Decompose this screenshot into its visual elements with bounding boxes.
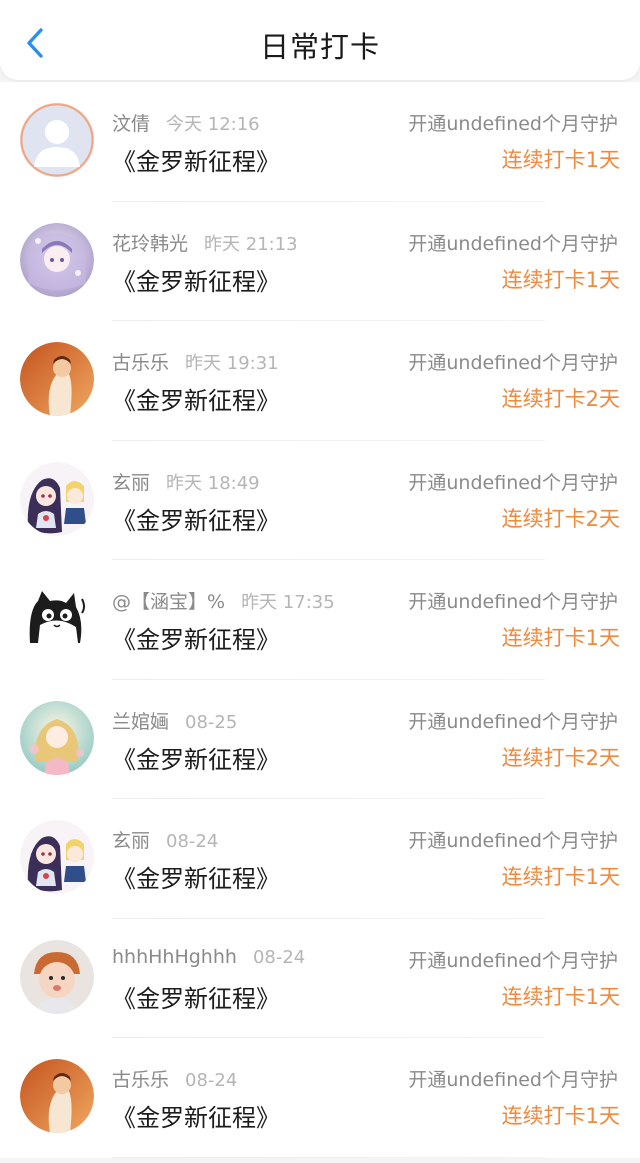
streak-count: 连续打卡1天 — [501, 984, 620, 1009]
checkin-time: 08-24 — [252, 946, 306, 968]
guard-status: 开通undefined个月守护 — [408, 1069, 618, 1091]
streak-count: 连续打卡1天 — [501, 148, 620, 172]
book-title: 《金罗新征程》 — [112, 267, 280, 296]
list-item[interactable]: 玄丽 08-24 《金罗新征程》 开通undefined个月守护 连续打卡1天 — [0, 799, 640, 919]
avatar[interactable] — [20, 1059, 94, 1133]
anime-girl-pastel-avatar — [20, 700, 94, 775]
user-name: hhhHhHghhh — [112, 945, 237, 968]
user-name-line: 汶倩 今天 12:16 — [112, 109, 260, 136]
avatar[interactable] — [20, 700, 94, 775]
anime-pair-avatar — [20, 461, 94, 536]
guard-status: 开通undefined个月守护 — [408, 232, 618, 255]
checkin-time: 08-24 — [166, 831, 219, 852]
checkin-time: 昨天 21:13 — [204, 233, 298, 255]
guard-status: 开通undefined个月守护 — [408, 113, 618, 135]
list-item[interactable]: 玄丽 昨天 18:49 《金罗新征程》 开通undefined个月守护 连续打卡2… — [0, 440, 640, 560]
book-title: 《金罗新征程》 — [112, 148, 280, 176]
streak-count: 连续打卡2天 — [501, 506, 620, 531]
list-item[interactable]: 古乐乐 昨天 19:31 《金罗新征程》 开通undefined个月守护 连续打卡… — [0, 321, 640, 441]
book-title: 《金罗新征程》 — [112, 865, 280, 893]
book-title: 《金罗新征程》 — [112, 387, 280, 415]
user-name: 古乐乐 — [112, 1069, 170, 1091]
streak-count: 连续打卡1天 — [501, 626, 620, 650]
book-title: 《金罗新征程》 — [112, 745, 280, 774]
guard-status: 开通undefined个月守护 — [408, 949, 618, 972]
user-name-line: 玄丽 08-24 — [112, 826, 218, 853]
book-title: 《金罗新征程》 — [112, 506, 280, 535]
streak-count: 连续打卡1天 — [501, 267, 620, 292]
checkin-time: 08-24 — [185, 1070, 238, 1091]
book-title: 《金罗新征程》 — [112, 1104, 280, 1132]
streak-count: 连续打卡2天 — [501, 745, 620, 770]
checkin-time: 今天 12:16 — [166, 114, 260, 135]
checkin-time: 08-25 — [185, 711, 238, 733]
photo-orange-avatar — [20, 342, 94, 416]
guard-status: 开通undefined个月守护 — [408, 710, 618, 733]
avatar[interactable] — [20, 820, 94, 894]
checkin-time: 昨天 19:31 — [185, 353, 279, 374]
user-name-line: hhhHhHghhh 08-24 — [112, 946, 305, 968]
book-title: 《金罗新征程》 — [112, 626, 280, 654]
default-avatar-icon — [20, 103, 94, 177]
avatar[interactable] — [20, 222, 94, 297]
baby-photo-avatar — [20, 939, 94, 1014]
guard-status: 开通undefined个月守护 — [408, 352, 618, 374]
avatar[interactable] — [20, 581, 94, 655]
user-name-line: 兰婠婳 08-25 — [112, 707, 237, 734]
cartoon-cat-avatar — [20, 581, 94, 655]
user-name: 古乐乐 — [112, 352, 170, 374]
user-name-line: @【涵宝】% 昨天 17:35 — [112, 587, 335, 614]
list-item[interactable]: 汶倩 今天 12:16 《金罗新征程》 开通undefined个月守护 连续打卡1… — [0, 82, 640, 202]
user-name-line: 玄丽 昨天 18:49 — [112, 468, 260, 495]
avatar[interactable] — [20, 939, 94, 1014]
app-screen: 日常打卡 汶倩 今天 12:16 《金罗新征程》 开通undefined个月守护 … — [0, 0, 640, 1163]
page-title: 日常打卡 — [259, 30, 380, 64]
checkin-list: 汶倩 今天 12:16 《金罗新征程》 开通undefined个月守护 连续打卡1… — [0, 82, 640, 1158]
photo-orange-avatar — [20, 1059, 94, 1133]
user-name-line: 花玲韩光 昨天 21:13 — [112, 229, 298, 256]
checkin-time: 昨天 17:35 — [241, 592, 335, 613]
list-item[interactable]: hhhHhHghhh 08-24 《金罗新征程》 开通undefined个月守护 … — [0, 918, 640, 1038]
list-item[interactable]: @【涵宝】% 昨天 17:35 《金罗新征程》 开通undefined个月守护 连… — [0, 560, 640, 680]
avatar[interactable] — [20, 342, 94, 416]
avatar[interactable] — [20, 461, 94, 536]
checkin-time: 昨天 18:49 — [166, 472, 260, 494]
user-name: 玄丽 — [112, 471, 151, 494]
guard-status: 开通undefined个月守护 — [408, 471, 618, 494]
list-item[interactable]: 花玲韩光 昨天 21:13 《金罗新征程》 开通undefined个月守护 连续打… — [0, 201, 640, 321]
list-item[interactable]: 兰婠婳 08-25 《金罗新征程》 开通undefined个月守护 连续打卡2天 — [0, 679, 640, 799]
book-title: 《金罗新征程》 — [112, 984, 280, 1013]
user-name-line: 古乐乐 08-24 — [112, 1065, 237, 1092]
guard-status: 开通undefined个月守护 — [408, 591, 618, 613]
list-item[interactable]: 古乐乐 08-24 《金罗新征程》 开通undefined个月守护 连续打卡1天 — [0, 1038, 640, 1158]
streak-count: 连续打卡2天 — [501, 387, 620, 411]
streak-count: 连续打卡1天 — [501, 865, 620, 889]
streak-count: 连续打卡1天 — [501, 1104, 620, 1128]
top-bar: 日常打卡 — [0, 0, 640, 80]
user-name: 兰婠婳 — [112, 710, 170, 733]
anime-girl-purple-avatar — [20, 222, 94, 297]
user-name: 玄丽 — [112, 830, 151, 852]
guard-status: 开通undefined个月守护 — [408, 830, 618, 852]
user-name: @【涵宝】% — [112, 591, 226, 613]
anime-pair-avatar — [20, 820, 94, 894]
user-name: 花玲韩光 — [112, 232, 189, 255]
user-name-line: 古乐乐 昨天 19:31 — [112, 348, 279, 375]
avatar[interactable] — [20, 103, 94, 177]
user-name: 汶倩 — [112, 113, 151, 135]
